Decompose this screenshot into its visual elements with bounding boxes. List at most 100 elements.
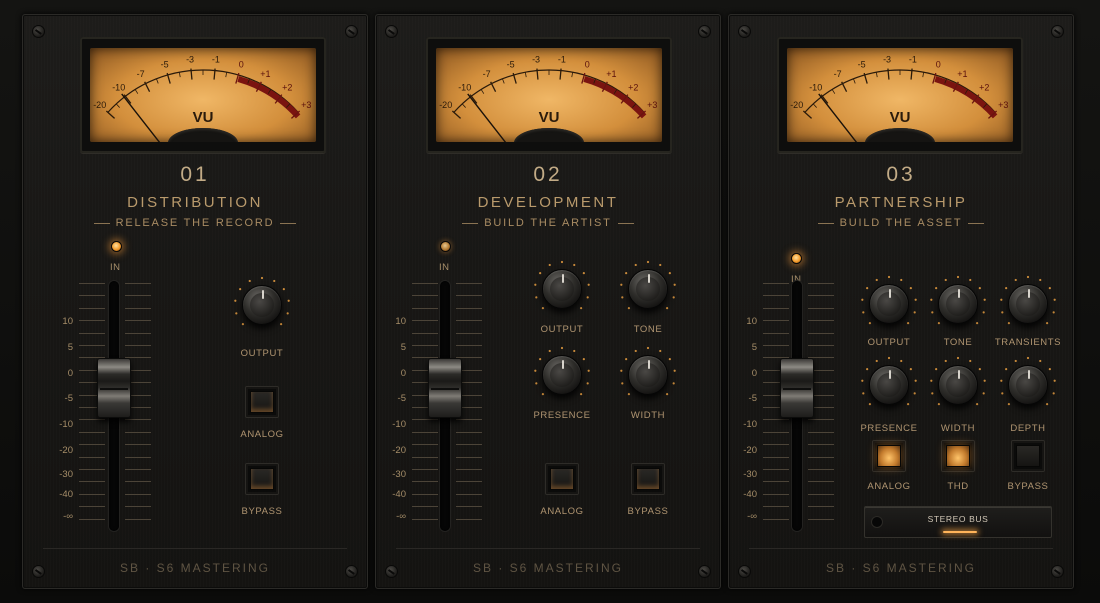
- vu-meter: -20 -10 -7 -5 -3 -1 0 +1 +2 +3 VU: [426, 37, 672, 153]
- knob-scale-dot: [646, 260, 650, 264]
- vu-scale-label: -10: [809, 82, 822, 92]
- analog-button[interactable]: [872, 440, 906, 472]
- stereo-bus-module[interactable]: STEREO BUS: [864, 506, 1052, 538]
- vu-scale-label: +2: [282, 82, 292, 92]
- vu-minor-tick: [156, 78, 159, 84]
- fader-tick: [763, 345, 789, 346]
- fader-tick: [412, 518, 438, 520]
- knob-scale-dot: [937, 402, 941, 406]
- divider: [43, 548, 347, 549]
- output-knob[interactable]: [859, 274, 919, 334]
- fader-tick: [125, 295, 151, 297]
- fader-cap[interactable]: [97, 358, 131, 418]
- fader-tick: [808, 493, 834, 495]
- fader-tick: [79, 456, 105, 458]
- fader-tick: [412, 431, 438, 433]
- button-label: BYPASS: [627, 506, 669, 517]
- fader-scale-label: -40: [743, 489, 757, 500]
- screw-icon: [698, 25, 711, 38]
- fader-tick: [412, 320, 438, 322]
- fader-cap[interactable]: [780, 358, 814, 418]
- thd-button[interactable]: [941, 440, 975, 472]
- knob-cap: [628, 269, 668, 309]
- vu-scale-label: -3: [883, 55, 891, 65]
- fader-scale-label: -10: [743, 419, 757, 430]
- vu-scale-label: +1: [606, 69, 616, 79]
- knob-scale-dot: [900, 278, 903, 282]
- knob-scale-dot: [975, 402, 979, 406]
- knob-scale-dot: [1026, 275, 1030, 279]
- fader-tick: [456, 456, 482, 458]
- fader-tick: [808, 431, 834, 433]
- knob-scale-dot: [861, 298, 864, 301]
- panel-title: PARTNERSHIP: [834, 194, 968, 211]
- presence-knob[interactable]: [532, 345, 592, 405]
- fader-scale-label: 5: [400, 342, 406, 353]
- fader-scale-label: 0: [67, 368, 73, 379]
- knob-scale-dot: [1005, 287, 1008, 290]
- tone-knob[interactable]: [618, 259, 678, 319]
- fader-scale-label: -10: [392, 419, 406, 430]
- transients-knob[interactable]: [998, 274, 1058, 334]
- knob-scale-dot: [1026, 356, 1030, 360]
- fader-tick: [763, 283, 789, 284]
- panel-partnership: -20 -10 -7 -5 -3 -1 0 +1 +2 +3 VU 03 PARTNERSHIP …: [728, 14, 1074, 589]
- knob-scale-dot: [621, 382, 624, 385]
- fader-tick: [125, 469, 151, 470]
- vu-meter: -20 -10 -7 -5 -3 -1 0 +1 +2 +3 VU: [80, 37, 326, 153]
- fader-tick: [79, 469, 105, 470]
- fader-tick: [125, 283, 151, 284]
- knob-scale-dot: [931, 392, 934, 395]
- fader-tick: [125, 456, 151, 458]
- knob-cap: [869, 365, 909, 405]
- knob-cap: [542, 355, 582, 395]
- fader-scale-label: 5: [67, 342, 73, 353]
- knob-scale-dot: [906, 402, 910, 406]
- knob-cap: [869, 284, 909, 324]
- knob-scale-dot: [969, 359, 972, 363]
- screw-icon: [345, 25, 358, 38]
- in-label: IN: [110, 262, 121, 273]
- knob-label: WIDTH: [630, 410, 666, 421]
- vu-scale-label: +1: [957, 69, 967, 79]
- fader-tick: [763, 431, 789, 433]
- knob-scale-dot: [956, 275, 960, 279]
- input-led: [111, 241, 122, 252]
- fader-cap[interactable]: [428, 358, 462, 418]
- brand-label: SB · S6 MASTERING: [825, 561, 977, 575]
- vu-scale-label: -5: [858, 59, 866, 69]
- knob-scale-dot: [913, 311, 916, 314]
- knob-scale-dot: [906, 321, 910, 325]
- knob-scale-dot: [560, 346, 564, 350]
- output-knob[interactable]: [532, 259, 592, 319]
- knob-scale-dot: [1007, 402, 1011, 406]
- knob-scale-dot: [659, 349, 662, 353]
- fader-tick: [412, 332, 438, 334]
- bypass-button[interactable]: [1011, 440, 1045, 472]
- fader-tick: [412, 493, 438, 495]
- bypass-button[interactable]: [245, 463, 279, 495]
- width-knob[interactable]: [618, 345, 678, 405]
- knob-scale-dot: [248, 279, 251, 283]
- analog-button[interactable]: [545, 463, 579, 495]
- screw-icon: [32, 25, 45, 38]
- width-knob[interactable]: [928, 355, 988, 415]
- fader-tick: [79, 332, 105, 334]
- brand-label: SB · S6 MASTERING: [472, 561, 624, 575]
- knob-scale-dot: [969, 278, 972, 282]
- analog-button[interactable]: [245, 386, 279, 418]
- bypass-button[interactable]: [631, 463, 665, 495]
- knob-scale-dot: [875, 278, 878, 282]
- knob-scale-dot: [287, 299, 290, 302]
- fader-tick: [456, 320, 482, 322]
- panel-subtitle: BUILD THE ASSET: [729, 217, 1073, 229]
- depth-knob[interactable]: [998, 355, 1058, 415]
- presence-knob[interactable]: [859, 355, 919, 415]
- knob-scale-dot: [887, 275, 891, 279]
- output-knob[interactable]: [232, 275, 292, 335]
- knob-scale-dot: [1005, 368, 1008, 371]
- panel-number: 03: [886, 163, 916, 186]
- knob-scale-dot: [665, 392, 669, 396]
- tone-knob[interactable]: [928, 274, 988, 334]
- divider: [396, 548, 700, 549]
